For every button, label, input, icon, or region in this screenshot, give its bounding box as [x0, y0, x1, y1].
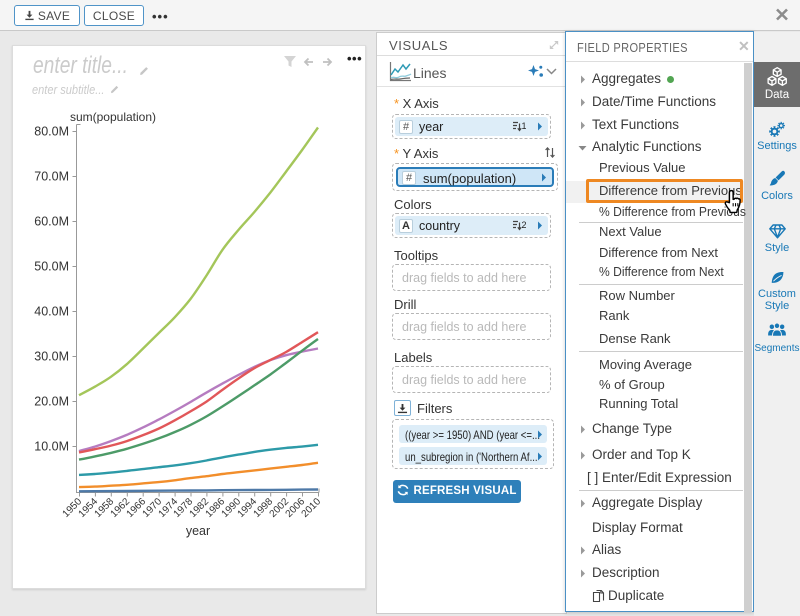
svg-text:2010: 2010 — [300, 496, 324, 520]
svg-text:30.0M: 30.0M — [34, 350, 69, 364]
svg-text:2: 2 — [522, 220, 527, 230]
svg-text:sum(population): sum(population) — [70, 110, 156, 124]
svg-text:20.0M: 20.0M — [34, 395, 69, 409]
svg-text:40.0M: 40.0M — [34, 305, 69, 319]
svg-text:50.0M: 50.0M — [34, 260, 69, 274]
svg-text:year: year — [186, 524, 210, 538]
svg-text:70.0M: 70.0M — [34, 170, 69, 184]
svg-text:80.0M: 80.0M — [34, 125, 69, 139]
svg-text:10.0M: 10.0M — [34, 440, 69, 454]
svg-text:1: 1 — [522, 121, 527, 131]
svg-text:60.0M: 60.0M — [34, 215, 69, 229]
